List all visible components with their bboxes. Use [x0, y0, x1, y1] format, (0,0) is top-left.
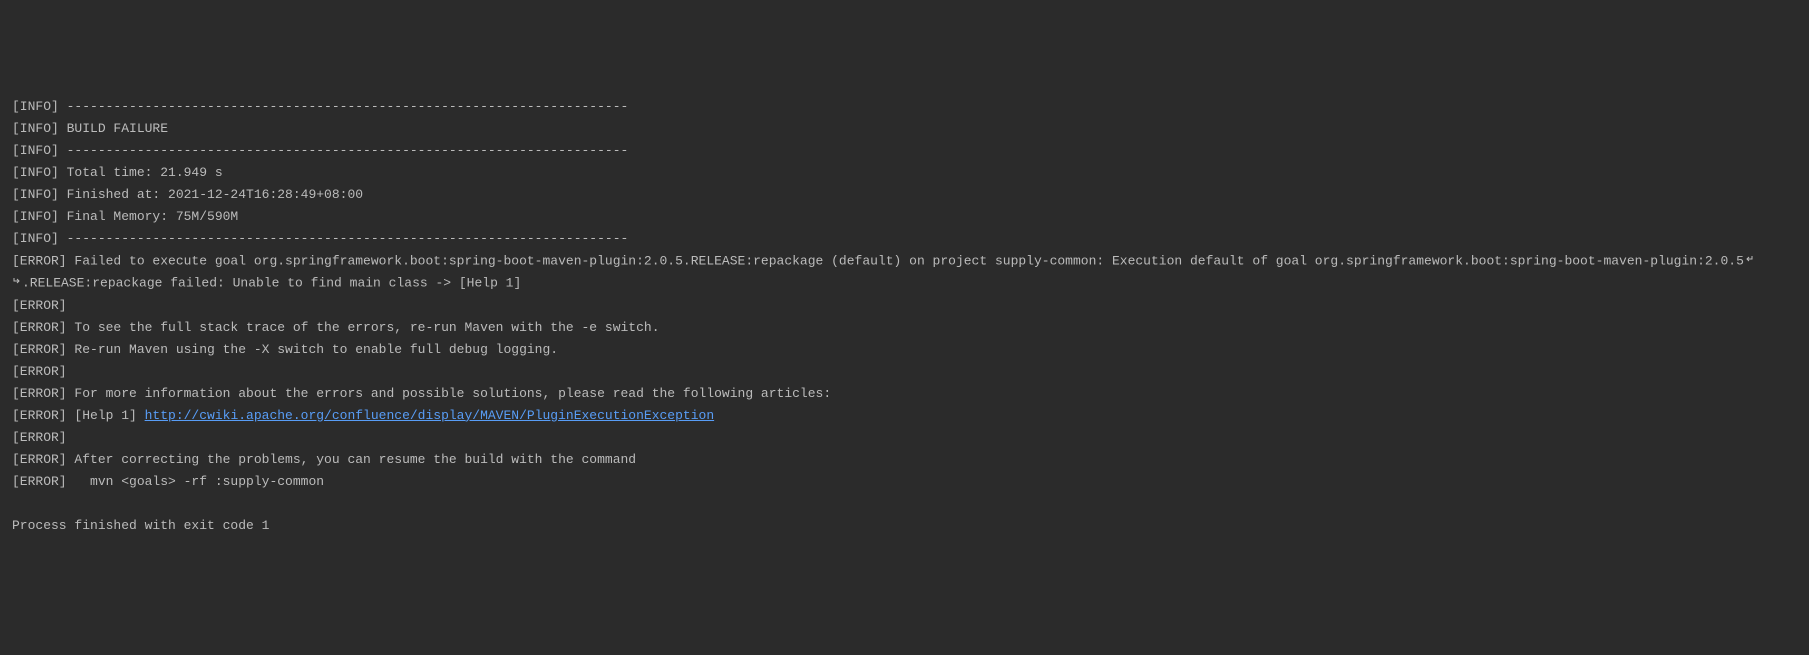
log-line-error: [ERROR] To see the full stack trace of t… [12, 317, 1797, 339]
help-prefix: [ERROR] [Help 1] [12, 408, 145, 423]
log-text: .RELEASE:repackage failed: Unable to fin… [22, 276, 521, 291]
log-line: [INFO] Final Memory: 75M/590M [12, 206, 1797, 228]
log-line-error: [ERROR] [12, 361, 1797, 383]
log-line-blank [12, 493, 1797, 515]
log-line-error: [ERROR] After correcting the problems, y… [12, 449, 1797, 471]
log-line-error: [ERROR] For more information about the e… [12, 383, 1797, 405]
log-line-error: [ERROR] Re-run Maven using the -X switch… [12, 339, 1797, 361]
log-line: [INFO] Finished at: 2021-12-24T16:28:49+… [12, 184, 1797, 206]
log-line-error: [ERROR] Failed to execute goal org.sprin… [12, 250, 1797, 272]
log-line-error: [ERROR] [Help 1] http://cwiki.apache.org… [12, 405, 1797, 427]
exit-code-line: Process finished with exit code 1 [12, 515, 1797, 537]
log-line: [INFO] ---------------------------------… [12, 140, 1797, 162]
line-continuation-icon [12, 272, 22, 294]
log-line-error: [ERROR] [12, 427, 1797, 449]
log-line-error: [ERROR] [12, 295, 1797, 317]
console-output: [INFO] ---------------------------------… [12, 96, 1797, 537]
log-line: [INFO] BUILD FAILURE [12, 118, 1797, 140]
log-line-error: [ERROR] mvn <goals> -rf :supply-common [12, 471, 1797, 493]
line-wrap-icon [1744, 250, 1754, 272]
log-line: [INFO] ---------------------------------… [12, 96, 1797, 118]
help-link[interactable]: http://cwiki.apache.org/confluence/displ… [145, 408, 715, 423]
log-line-error: .RELEASE:repackage failed: Unable to fin… [12, 272, 1797, 294]
log-line: [INFO] ---------------------------------… [12, 228, 1797, 250]
log-text: [ERROR] Failed to execute goal org.sprin… [12, 253, 1744, 268]
log-line: [INFO] Total time: 21.949 s [12, 162, 1797, 184]
